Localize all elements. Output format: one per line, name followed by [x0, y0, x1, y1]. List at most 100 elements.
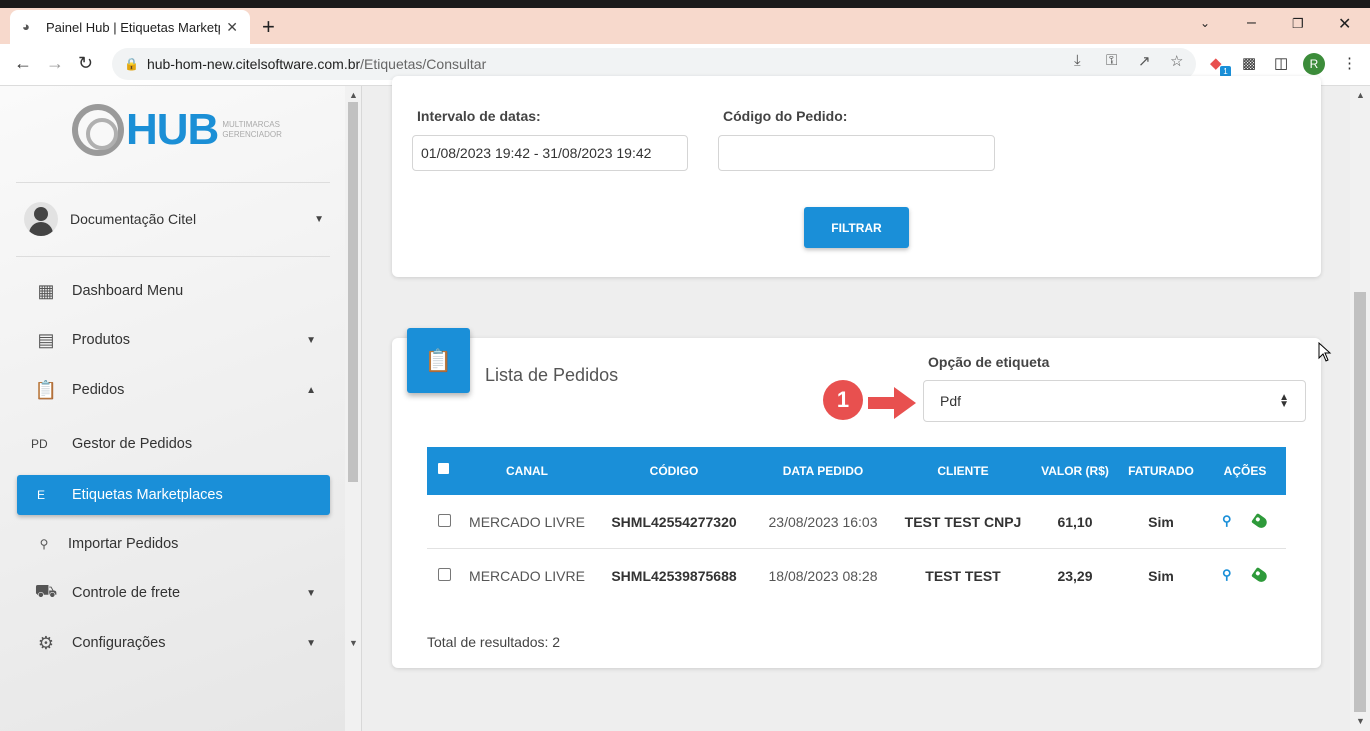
date-range-input[interactable] — [412, 135, 688, 171]
browser-tab[interactable]: ◕ Painel Hub | Etiquetas Marketplac ✕ — [10, 10, 250, 44]
caret-up-icon: ▲ — [306, 384, 316, 396]
divider — [16, 182, 330, 183]
orders-title: Lista de Pedidos — [485, 365, 619, 385]
col-valor: VALOR (R$) — [1041, 464, 1109, 478]
close-tab-icon[interactable]: ✕ — [226, 19, 238, 36]
total-results: Total de resultados: 2 — [427, 634, 561, 650]
scroll-down-icon[interactable]: ▼ — [1356, 716, 1365, 726]
col-acoes: AÇÕES — [1223, 464, 1267, 478]
sidebar-scrollbar[interactable]: ▲ ▼ — [345, 86, 361, 731]
sidebar-item-label: Importar Pedidos — [68, 536, 179, 552]
table-row[interactable]: MERCADO LIVRE SHML42539875688 18/08/2023… — [427, 549, 1286, 603]
select-updown-icon: ▲ ▼ — [1279, 392, 1289, 410]
cell-valor: 61,10 — [1057, 514, 1093, 530]
lock-icon: 🔒 — [124, 57, 139, 71]
annotation-badge: 1 — [823, 380, 863, 420]
caret-down-icon: ▼ — [314, 213, 324, 225]
cell-cliente: TEST TEST CNPJ — [904, 514, 1022, 530]
cell-codigo: SHML42539875688 — [611, 568, 737, 584]
scroll-up-icon[interactable]: ▲ — [349, 90, 358, 100]
table-row[interactable]: MERCADO LIVRE SHML42554277320 23/08/2023… — [427, 495, 1286, 549]
cell-valor: 23,29 — [1057, 568, 1093, 584]
row-checkbox[interactable] — [438, 514, 451, 527]
order-code-input[interactable] — [718, 135, 995, 171]
sidebar-item-abbr: E — [37, 488, 46, 502]
sidebar: HUB MULTIMARCAS GERENCIADOR Documentação… — [0, 86, 362, 731]
menu-kebab-icon[interactable]: ⋮ — [1342, 54, 1357, 72]
label-option-value: Pdf — [940, 393, 962, 409]
sidebar-item-importar-pedidos[interactable]: ⚲ Importar Pedidos — [17, 524, 330, 564]
puzzle-icon[interactable]: ▩ — [1242, 54, 1256, 72]
order-code-label: Código do Pedido: — [723, 108, 848, 124]
back-icon[interactable]: ← — [14, 53, 32, 74]
cell-faturado: Sim — [1148, 514, 1174, 530]
download-icon[interactable]: ⤓ — [1074, 52, 1081, 69]
select-all-checkbox[interactable] — [438, 463, 449, 474]
globe-icon: ◕ — [22, 19, 30, 34]
sidebar-item-label: Configurações — [72, 635, 166, 651]
annotation-arrow-icon — [868, 387, 916, 419]
sidebar-item-gestor-pedidos[interactable]: PD Gestor de Pedidos — [17, 424, 330, 464]
share-icon[interactable]: ↗ — [1138, 52, 1151, 70]
key-icon[interactable]: ⚿ — [1106, 52, 1117, 69]
label-option-label: Opção de etiqueta — [928, 354, 1050, 370]
user-name: Documentação Citel — [70, 211, 197, 227]
tab-title: Painel Hub | Etiquetas Marketplac — [46, 19, 220, 35]
hub-logo[interactable]: HUB MULTIMARCAS GERENCIADOR — [72, 104, 292, 156]
page-scrollbar[interactable]: ▲ ▼ — [1350, 86, 1370, 731]
label-option-select[interactable]: Pdf ▲ ▼ — [923, 380, 1306, 422]
gear-icon: ⚙ — [37, 632, 55, 653]
window-close-icon[interactable]: ✕ — [1338, 14, 1351, 34]
user-menu[interactable]: Documentação Citel ▼ — [24, 202, 324, 236]
cell-canal: MERCADO LIVRE — [469, 514, 585, 530]
main-content: Intervalo de datas: Código do Pedido: FI… — [362, 76, 1350, 731]
view-search-icon[interactable]: ⚲ — [1222, 567, 1232, 583]
sidebar-item-controle-frete[interactable]: ⛟ Controle de frete ▼ — [17, 573, 330, 613]
col-faturado: FATURADO — [1128, 464, 1194, 478]
profile-avatar[interactable]: R — [1303, 53, 1325, 75]
divider — [16, 256, 330, 257]
tab-search-icon[interactable]: ⌄ — [1200, 16, 1210, 30]
view-search-icon[interactable]: ⚲ — [1222, 513, 1232, 529]
scroll-down-icon[interactable]: ▼ — [349, 638, 358, 648]
logo-text: HUB — [126, 105, 219, 154]
sidebar-item-configuracoes[interactable]: ⚙ Configurações ▼ — [17, 623, 330, 663]
col-cliente: CLIENTE — [937, 464, 989, 478]
scroll-up-icon[interactable]: ▲ — [1356, 90, 1365, 100]
forward-icon[interactable]: → — [46, 53, 64, 74]
url-path: /Etiquetas/Consultar — [360, 56, 487, 72]
caret-down-icon: ▼ — [306, 587, 316, 599]
filter-button[interactable]: FILTRAR — [804, 207, 909, 248]
orders-table-header: CANAL CÓDIGO DATA PEDIDO CLIENTE VALOR (… — [427, 447, 1286, 495]
sidebar-item-label: Produtos — [72, 332, 131, 348]
dashboard-icon: ▦ — [37, 280, 55, 301]
store-icon: ▤ — [37, 329, 55, 350]
sidebar-item-abbr: PD — [31, 437, 48, 451]
minimize-icon[interactable]: – — [1247, 14, 1256, 32]
scrollbar-thumb[interactable] — [348, 102, 358, 482]
avatar — [24, 202, 58, 236]
date-range-label: Intervalo de datas: — [417, 108, 541, 124]
sidebar-item-pedidos[interactable]: 📋 Pedidos ▲ — [17, 370, 330, 410]
sidebar-item-produtos[interactable]: ▤ Produtos ▼ — [17, 320, 330, 360]
label-tag-icon[interactable] — [1251, 566, 1269, 585]
filter-card: Intervalo de datas: Código do Pedido: FI… — [392, 76, 1321, 277]
browser-tab-strip: ◕ Painel Hub | Etiquetas Marketplac ✕ + … — [0, 0, 1370, 44]
caret-down-icon: ▼ — [306, 637, 316, 649]
col-data-pedido: DATA PEDIDO — [782, 464, 864, 478]
sidebar-item-dashboard[interactable]: ▦ Dashboard Menu — [17, 271, 330, 311]
sidebar-item-label: Dashboard Menu — [72, 283, 184, 299]
bookmark-star-icon[interactable]: ☆ — [1170, 52, 1183, 70]
mouse-cursor-icon — [1318, 342, 1332, 362]
new-tab-icon[interactable]: + — [262, 14, 275, 40]
clipboard-icon: 📋 — [34, 379, 58, 400]
sidebar-item-etiquetas-marketplaces[interactable]: E Etiquetas Marketplaces — [17, 475, 330, 515]
restore-icon[interactable]: ❐ — [1292, 16, 1304, 32]
side-panel-icon[interactable]: ◫ — [1274, 54, 1288, 72]
row-checkbox[interactable] — [438, 568, 451, 581]
url-host: hub-hom-new.citelsoftware.com.br — [146, 56, 361, 72]
caret-down-icon: ▼ — [306, 334, 316, 346]
label-tag-icon[interactable] — [1251, 512, 1269, 531]
reload-icon[interactable]: ↻ — [78, 53, 93, 74]
scrollbar-thumb[interactable] — [1354, 292, 1366, 712]
